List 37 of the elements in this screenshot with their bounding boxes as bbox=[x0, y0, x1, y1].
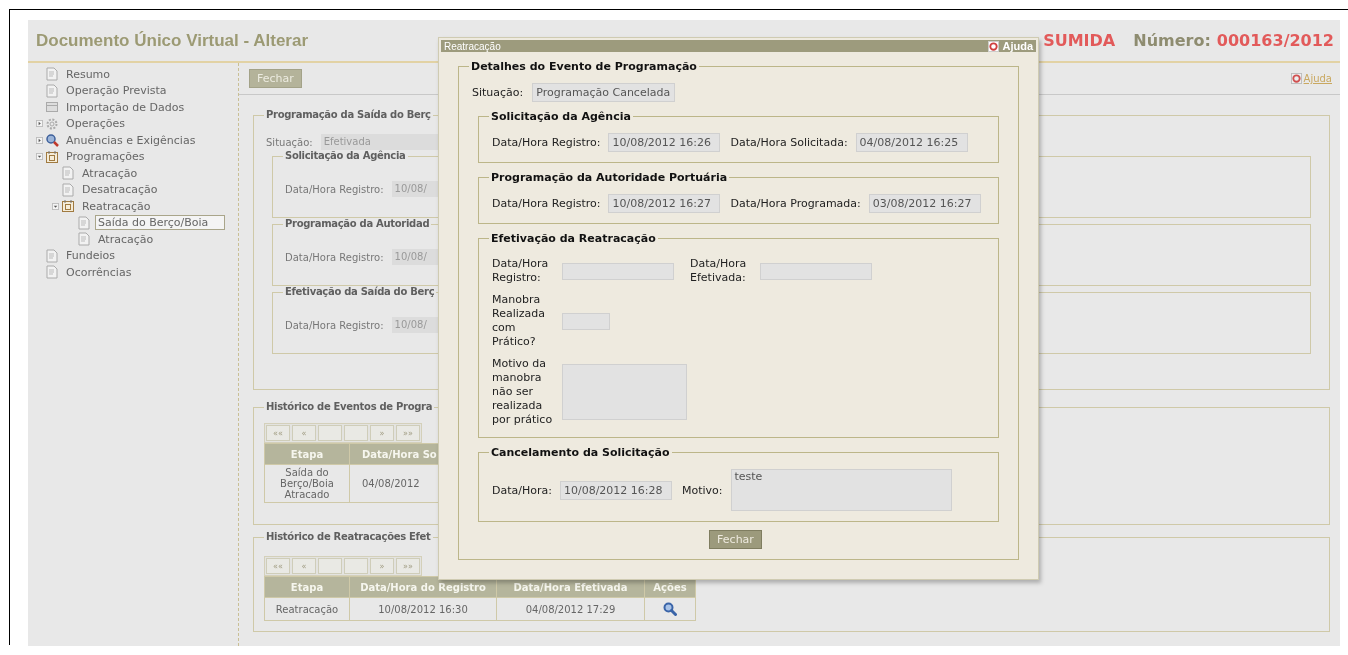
fieldset-legend: Efetivação da Saída do Berç bbox=[283, 286, 437, 297]
fieldset-legend: Solicitação da Agência bbox=[283, 150, 408, 161]
field-label: Data/Hora Registro: bbox=[285, 319, 384, 331]
table-cell: 04/08/2012 17:29 bbox=[496, 597, 645, 621]
field-label: Data/Hora Efetivada: bbox=[690, 257, 748, 285]
field-label: Data/Hora Registro: bbox=[285, 251, 384, 263]
status-text: SUMIDA bbox=[1043, 31, 1116, 50]
field-label: Manobra Realizada com Prático? bbox=[492, 293, 546, 349]
fieldset-legend: Programação da Saída do Berç bbox=[264, 109, 433, 120]
fieldset-legend: Programação da Autoridad bbox=[283, 218, 432, 229]
table-cell: 10/08/2012 16:30 bbox=[349, 597, 497, 621]
field-label: Data/Hora Registro: bbox=[285, 183, 384, 195]
table-cell: Saída do Berço/Boia Atracado bbox=[264, 464, 350, 503]
fieldset-legend: Efetivação da Reatracação bbox=[489, 232, 658, 245]
fieldset-legend: Detalhes do Evento de Programação bbox=[469, 60, 699, 73]
fieldset-legend: Cancelamento da Solicitação bbox=[489, 446, 672, 459]
fieldset-legend: Solicitação da Agência bbox=[489, 110, 633, 123]
field-label: Situação: bbox=[266, 136, 313, 148]
field-label: Data/Hora Registro: bbox=[492, 257, 550, 285]
field-label: Motivo: bbox=[681, 483, 723, 497]
field-label: Data/Hora Registro: bbox=[492, 197, 601, 210]
column-header: Etapa bbox=[264, 443, 350, 465]
dialog-title: Reatracação bbox=[444, 40, 501, 52]
page-title: Documento Único Virtual - Alterar bbox=[36, 30, 309, 51]
field-label: Motivo da manobra não ser realizada por prático bbox=[492, 357, 554, 427]
fieldset-legend: Histórico de Reatracações Efet bbox=[264, 531, 433, 542]
number-value: 000163/2012 bbox=[1216, 31, 1334, 50]
column-header: Etapa bbox=[264, 576, 350, 598]
field-label: Data/Hora Registro: bbox=[492, 136, 601, 149]
field-label: Data/Hora Programada: bbox=[730, 197, 861, 210]
fieldset-legend: Programação da Autoridade Portuária bbox=[489, 171, 730, 184]
number-label: Número: bbox=[1133, 31, 1211, 50]
table-cell: Reatracação bbox=[264, 597, 350, 621]
field-label: Data/Hora Solicitada: bbox=[730, 136, 848, 149]
fieldset-legend: Histórico de Eventos de Progra bbox=[264, 401, 435, 412]
field-label: Situação: bbox=[472, 86, 524, 99]
column-header: Data/Hora do Registro bbox=[349, 576, 497, 598]
